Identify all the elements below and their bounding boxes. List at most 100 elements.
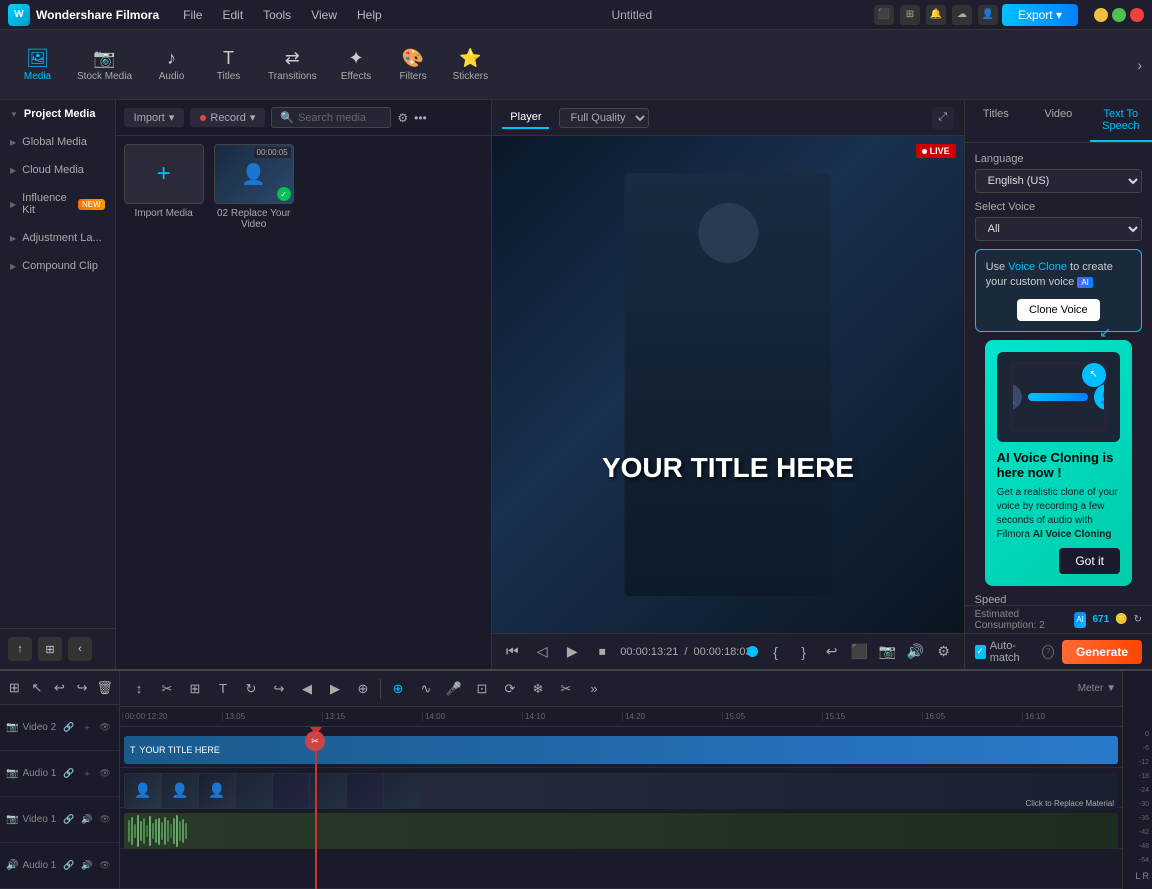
preview-icon-expand[interactable]: ⤢ [932,107,954,129]
volume-button[interactable]: 🔊 [904,640,928,664]
tl-delete-btn[interactable]: 🗑 [94,675,115,701]
tool-titles[interactable]: T Titles [201,44,256,86]
sidebar-item-influence-kit[interactable]: ▶ Influence Kit NEW [0,184,115,224]
sidebar-item-compound-clip[interactable]: ▶ Compound Clip [0,252,115,280]
menu-edit[interactable]: Edit [214,6,251,24]
track-eye-btn-3[interactable]: 👁 [97,812,113,828]
icon-cloud[interactable]: ☁ [952,5,972,25]
screen-btn[interactable]: ⬛ [848,640,872,664]
track-add-btn[interactable]: + [79,720,95,736]
tl-undo-btn[interactable]: ↩ [49,675,70,701]
settings-button[interactable]: ⚙ [932,640,956,664]
tl-tool3[interactable]: ⊞ [182,676,208,702]
quality-select[interactable]: Full Quality [559,108,649,128]
play-button[interactable]: ▶ [560,640,584,664]
step-back-button[interactable]: ◁ [530,640,554,664]
sidebar-item-cloud-media[interactable]: ▶ Cloud Media [0,156,115,184]
filter-icon[interactable]: ⚙ [397,111,408,125]
maximize-button[interactable]: □ [1112,8,1126,22]
menu-tools[interactable]: Tools [255,6,299,24]
clone-voice-button[interactable]: Clone Voice [1017,299,1100,321]
tool-transitions[interactable]: ⇄ Transitions [258,44,327,86]
info-icon[interactable]: ? [1042,645,1054,659]
sidebar-item-project-media[interactable]: ▼ Project Media [0,100,115,128]
tl-speed[interactable]: ⟳ [497,676,523,702]
toolbar-more[interactable]: › [1137,57,1142,73]
extract-button[interactable]: ↩ [820,640,844,664]
import-thumb[interactable]: + [124,144,204,204]
tl-redo-btn[interactable]: ↪ [72,675,93,701]
close-button[interactable]: × [1130,8,1144,22]
tl-waveform[interactable]: ∿ [413,676,439,702]
mark-out-button[interactable]: } [792,640,816,664]
sidebar-item-adjustment[interactable]: ▶ Adjustment La... [0,224,115,252]
track-eye-btn-4[interactable]: 👁 [97,858,113,874]
voice-clone-link[interactable]: Voice Clone [1008,261,1067,273]
track-eye-btn[interactable]: 👁 [97,720,113,736]
video-thumb[interactable]: 👤 00:00:05 ✓ [214,144,294,204]
refresh-icon[interactable]: ↻ [1134,614,1142,625]
tool-media[interactable]: 🖼 Media [10,44,65,86]
track-eye-btn-2[interactable]: 👁 [97,766,113,782]
export-button[interactable]: Export ▾ [1002,4,1078,26]
tl-mic[interactable]: 🎤 [441,676,467,702]
tool-filters[interactable]: 🎨 Filters [386,44,441,86]
tl-more[interactable]: » [581,676,607,702]
minimize-button[interactable]: − [1094,8,1108,22]
tl-snap-btn[interactable]: ⊞ [4,675,25,701]
waveform-clip[interactable] [124,813,1118,849]
menu-view[interactable]: View [303,6,345,24]
tl-select-btn[interactable]: ↖ [27,675,48,701]
tl-tool1[interactable]: ↕ [126,676,152,702]
tl-zoom-in[interactable]: ⊕ [385,676,411,702]
tab-titles[interactable]: Titles [965,100,1027,142]
video-clip[interactable]: 👤 👤 👤 Click to Replace Material [124,773,1118,809]
mark-in-button[interactable]: { [764,640,788,664]
tool-stock-media[interactable]: 📷 Stock Media [67,44,142,86]
skip-back-button[interactable]: ⏮ [500,640,524,664]
voice-select[interactable]: All [975,217,1142,241]
tl-tool5[interactable]: ↻ [238,676,264,702]
tl-freeze[interactable]: ❄ [525,676,551,702]
title-clip[interactable]: T YOUR TITLE HERE [124,736,1118,764]
bottom-icon-1[interactable]: ↑ [8,637,32,661]
tl-tool9[interactable]: ⊕ [350,676,376,702]
tl-split[interactable]: ⊡ [469,676,495,702]
icon-bell[interactable]: 🔔 [926,5,946,25]
icon-user[interactable]: 👤 [978,5,998,25]
bottom-icon-2[interactable]: ⊞ [38,637,62,661]
track-mute-btn[interactable]: 🔊 [79,812,95,828]
sidebar-item-global-media[interactable]: ▶ Global Media [0,128,115,156]
got-it-button[interactable]: Got it [1059,548,1120,574]
tool-stickers[interactable]: ⭐ Stickers [443,44,499,86]
icon-grid[interactable]: ⊞ [900,5,920,25]
track-link-btn-3[interactable]: 🔗 [61,812,77,828]
track-add-btn-2[interactable]: + [79,766,95,782]
tl-tool7[interactable]: ◀ [294,676,320,702]
menu-file[interactable]: File [175,6,210,24]
menu-help[interactable]: Help [349,6,390,24]
auto-match-label[interactable]: ✓ Auto-match [975,640,1035,664]
tl-tool6[interactable]: ↪ [266,676,292,702]
record-button[interactable]: Record ▾ [190,108,265,127]
tool-effects[interactable]: ✦ Effects [329,44,384,86]
tl-tool8[interactable]: ▶ [322,676,348,702]
more-icon[interactable]: ••• [414,111,427,125]
tl-tool4[interactable]: T [210,676,236,702]
import-button[interactable]: Import ▾ [124,108,185,127]
tl-crop[interactable]: ✂ [553,676,579,702]
language-select[interactable]: English (US) [975,169,1142,193]
generate-button[interactable]: Generate [1062,640,1142,664]
track-link-btn[interactable]: 🔗 [61,720,77,736]
tab-video[interactable]: Video [1027,100,1089,142]
track-link-btn-4[interactable]: 🔗 [61,858,77,874]
tool-audio[interactable]: ♪ Audio [144,44,199,86]
bottom-icon-collapse[interactable]: ‹ [68,637,92,661]
tab-text-to-speech[interactable]: Text To Speech [1090,100,1152,142]
stop-button[interactable]: ⏹ [590,640,614,664]
meter-label[interactable]: Meter ▼ [1078,683,1116,694]
tab-player[interactable]: Player [502,107,549,129]
track-mute-btn-2[interactable]: 🔊 [79,858,95,874]
search-box[interactable]: 🔍 Search media [271,107,391,128]
auto-match-checkbox[interactable]: ✓ [975,645,986,659]
